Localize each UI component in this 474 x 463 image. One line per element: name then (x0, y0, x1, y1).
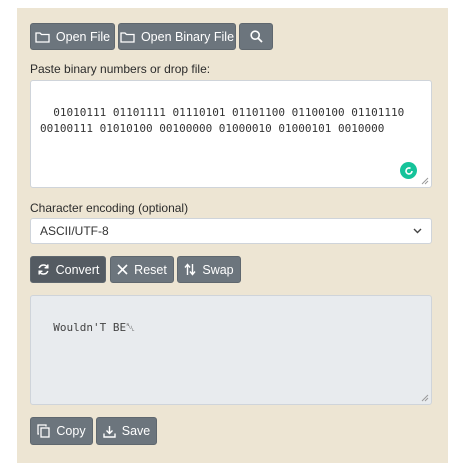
resize-handle-icon[interactable] (421, 177, 429, 185)
download-icon (103, 425, 116, 438)
save-label: Save (121, 424, 151, 438)
encoding-select[interactable]: ASCII/UTF-8 (30, 218, 432, 244)
text-output[interactable]: Wouldn'T BE␀ (30, 295, 432, 405)
open-binary-file-button[interactable]: Open Binary File (118, 23, 236, 50)
open-file-label: Open File (55, 29, 111, 44)
copy-icon (37, 424, 51, 438)
sync-icon (38, 264, 49, 275)
binary-input[interactable]: 01010111 01101111 01110101 01101100 0110… (30, 80, 432, 188)
copy-label: Copy (56, 424, 86, 438)
open-binary-file-label: Open Binary File (140, 29, 235, 44)
search-icon (249, 30, 263, 43)
copy-button[interactable]: Copy (30, 417, 93, 445)
chevron-down-icon (413, 228, 422, 234)
grammarly-g-icon (404, 166, 413, 175)
reset-button[interactable]: Reset (110, 256, 174, 283)
page-top (0, 0, 474, 8)
swap-button[interactable]: Swap (177, 256, 241, 283)
reset-label: Reset (134, 262, 167, 277)
text-output-value: Wouldn'T BE␀ (53, 321, 135, 334)
folder-icon (35, 31, 50, 43)
open-file-button[interactable]: Open File (30, 23, 115, 50)
folder-icon (120, 31, 135, 43)
convert-button[interactable]: Convert (30, 256, 106, 283)
search-button[interactable] (239, 23, 273, 50)
encoding-selected: ASCII/UTF-8 (40, 224, 109, 238)
binary-input-value: 01010111 01101111 01110101 01101100 0110… (40, 106, 411, 135)
grammarly-icon[interactable] (400, 162, 417, 179)
input-label: Paste binary numbers or drop file: (30, 62, 211, 76)
save-button[interactable]: Save (96, 417, 157, 445)
swap-arrows-icon (184, 263, 196, 276)
convert-label: Convert (55, 262, 100, 277)
close-icon (117, 264, 128, 275)
encoding-label: Character encoding (optional) (30, 201, 189, 215)
swap-label: Swap (202, 262, 234, 277)
resize-handle-icon[interactable] (421, 394, 429, 402)
